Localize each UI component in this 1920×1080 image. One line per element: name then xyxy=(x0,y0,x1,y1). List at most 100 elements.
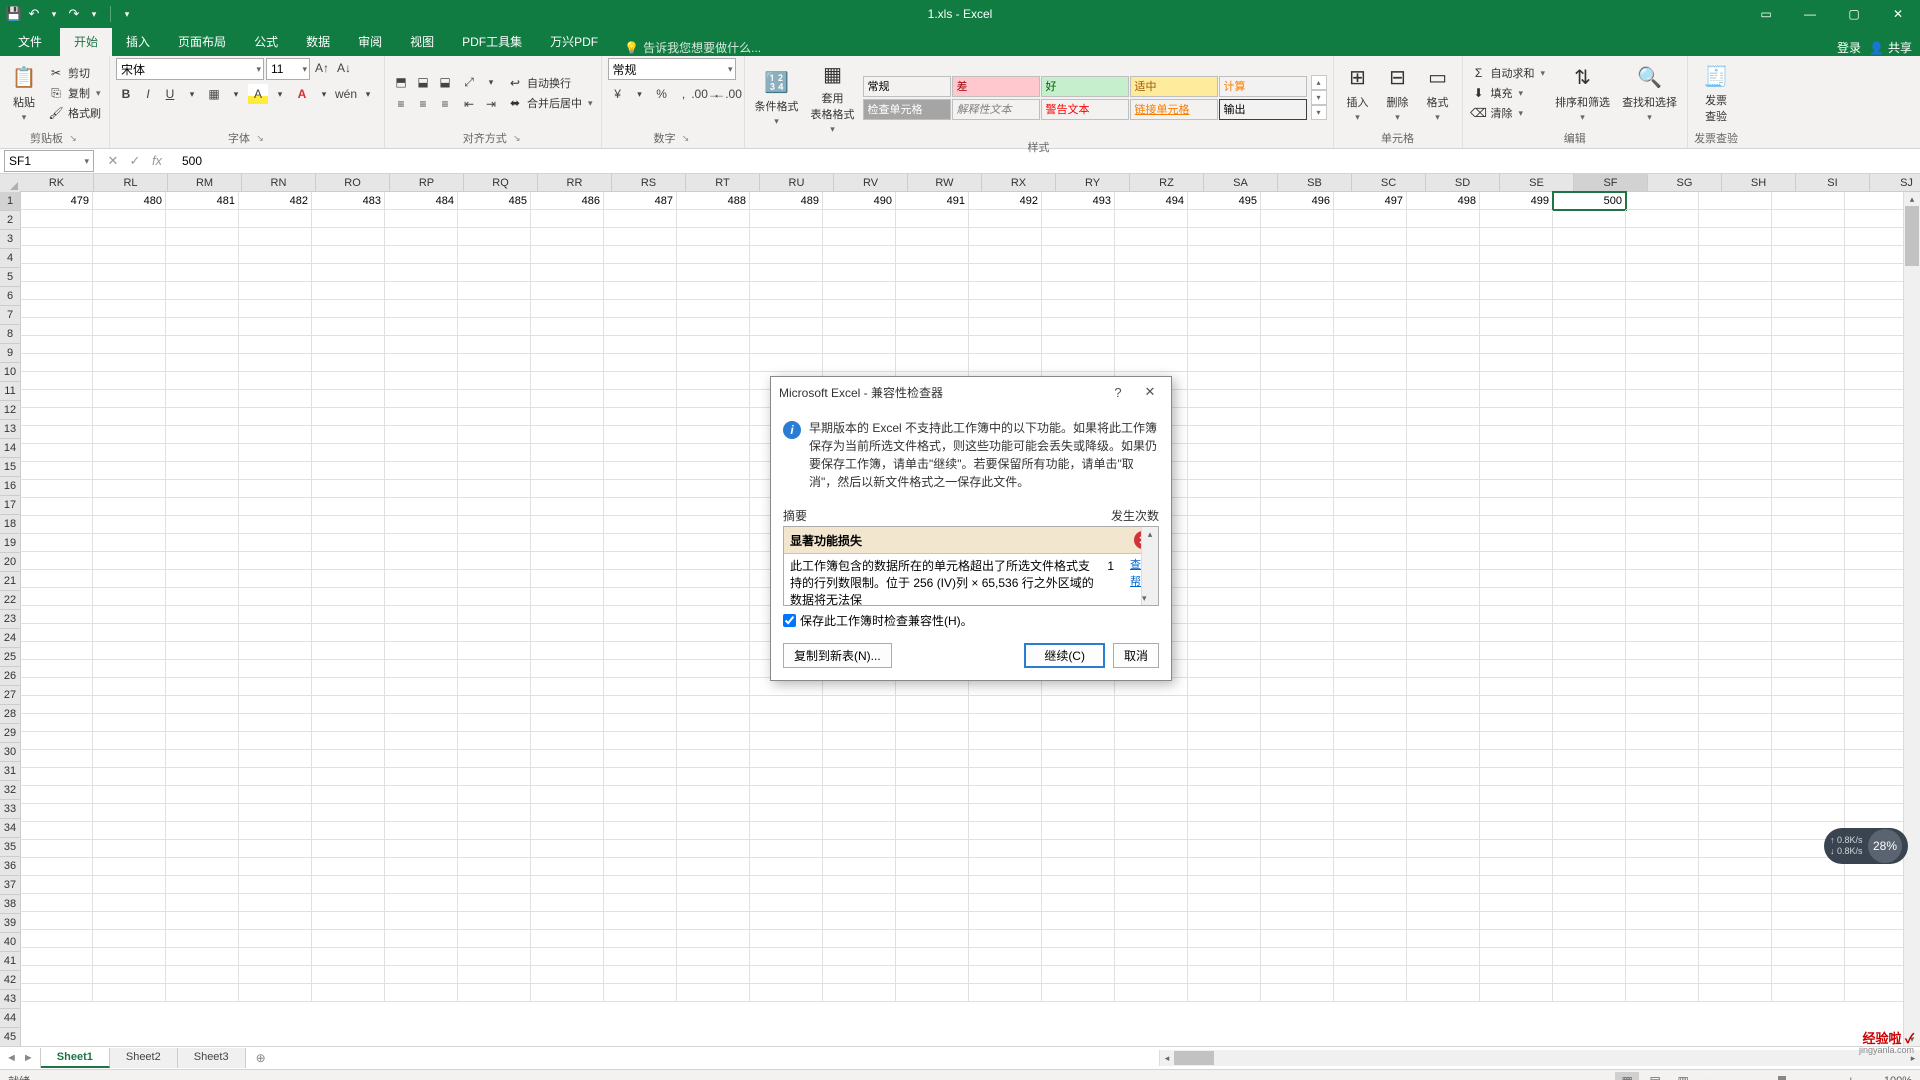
cell[interactable] xyxy=(385,876,458,894)
dialog-help-button[interactable]: ? xyxy=(1105,381,1131,403)
cell[interactable] xyxy=(1626,480,1699,498)
cell[interactable] xyxy=(1115,732,1188,750)
cell[interactable] xyxy=(1334,318,1407,336)
cell[interactable] xyxy=(1261,768,1334,786)
cell[interactable] xyxy=(823,804,896,822)
column-header[interactable]: SJ xyxy=(1870,174,1920,192)
cell[interactable] xyxy=(1626,876,1699,894)
cell[interactable] xyxy=(385,426,458,444)
cell[interactable] xyxy=(458,948,531,966)
cell[interactable] xyxy=(1772,498,1845,516)
border-button[interactable]: ▦ xyxy=(204,84,224,104)
cell[interactable] xyxy=(1042,750,1115,768)
cell[interactable] xyxy=(677,930,750,948)
share-button[interactable]: 👤共享 xyxy=(1869,39,1912,56)
cell[interactable] xyxy=(1626,282,1699,300)
cell[interactable] xyxy=(1407,786,1480,804)
cell[interactable] xyxy=(1407,822,1480,840)
style-scroll-up-icon[interactable]: ▴ xyxy=(1311,75,1327,90)
cell[interactable] xyxy=(1115,696,1188,714)
cell[interactable] xyxy=(1407,408,1480,426)
cell[interactable] xyxy=(531,462,604,480)
cell[interactable] xyxy=(604,354,677,372)
cell[interactable] xyxy=(385,390,458,408)
cell[interactable] xyxy=(896,228,969,246)
cell[interactable] xyxy=(385,786,458,804)
cell[interactable] xyxy=(1626,390,1699,408)
cell[interactable] xyxy=(1188,786,1261,804)
cell[interactable] xyxy=(1699,642,1772,660)
cell[interactable] xyxy=(677,300,750,318)
cell[interactable] xyxy=(604,282,677,300)
cell[interactable] xyxy=(604,678,677,696)
cell[interactable] xyxy=(604,552,677,570)
dialog-close-button[interactable]: ✕ xyxy=(1137,381,1163,403)
cell[interactable] xyxy=(1334,444,1407,462)
cell[interactable] xyxy=(385,462,458,480)
cell[interactable] xyxy=(312,444,385,462)
cell[interactable] xyxy=(385,516,458,534)
cell[interactable] xyxy=(604,732,677,750)
tab-pdf[interactable]: PDF工具集 xyxy=(448,28,536,56)
cell[interactable] xyxy=(458,588,531,606)
cell[interactable] xyxy=(385,732,458,750)
cell[interactable] xyxy=(1261,390,1334,408)
cell[interactable] xyxy=(1772,336,1845,354)
align-middle-button[interactable]: ⬓ xyxy=(413,72,433,92)
cell[interactable] xyxy=(1042,300,1115,318)
cell[interactable] xyxy=(823,768,896,786)
cell[interactable] xyxy=(93,840,166,858)
cell[interactable] xyxy=(312,462,385,480)
zoom-thumb[interactable] xyxy=(1778,1076,1786,1080)
cell[interactable] xyxy=(604,894,677,912)
cell[interactable]: 482 xyxy=(239,192,312,210)
cell[interactable] xyxy=(93,480,166,498)
cell[interactable] xyxy=(458,246,531,264)
cell[interactable] xyxy=(93,390,166,408)
cell[interactable] xyxy=(604,588,677,606)
cell[interactable] xyxy=(458,210,531,228)
phonetic-dd-icon[interactable]: ▾ xyxy=(358,84,378,104)
italic-button[interactable]: I xyxy=(138,84,158,104)
cell[interactable] xyxy=(312,732,385,750)
cell[interactable] xyxy=(969,822,1042,840)
cell[interactable] xyxy=(20,660,93,678)
cell[interactable] xyxy=(385,246,458,264)
cell[interactable] xyxy=(1699,732,1772,750)
row-header[interactable]: 38 xyxy=(0,895,21,914)
cell[interactable] xyxy=(1334,408,1407,426)
cell[interactable] xyxy=(531,588,604,606)
cell[interactable] xyxy=(1261,822,1334,840)
cell[interactable] xyxy=(1626,948,1699,966)
row-header[interactable]: 6 xyxy=(0,287,21,306)
cell[interactable] xyxy=(239,984,312,1002)
cell[interactable] xyxy=(458,624,531,642)
cell[interactable] xyxy=(1480,930,1553,948)
cell[interactable] xyxy=(166,354,239,372)
cell[interactable] xyxy=(385,588,458,606)
cell[interactable] xyxy=(1407,624,1480,642)
cell[interactable] xyxy=(458,372,531,390)
cell[interactable] xyxy=(239,498,312,516)
cell[interactable] xyxy=(312,552,385,570)
cell[interactable] xyxy=(969,750,1042,768)
cell[interactable] xyxy=(1261,336,1334,354)
cell[interactable] xyxy=(1407,516,1480,534)
cell[interactable] xyxy=(312,966,385,984)
row-header[interactable]: 36 xyxy=(0,857,21,876)
cell[interactable] xyxy=(823,318,896,336)
cell[interactable] xyxy=(93,534,166,552)
cell[interactable] xyxy=(385,930,458,948)
cell[interactable] xyxy=(1261,426,1334,444)
cell[interactable] xyxy=(385,678,458,696)
cell[interactable] xyxy=(823,894,896,912)
cell[interactable] xyxy=(531,732,604,750)
cell[interactable] xyxy=(1261,552,1334,570)
cell[interactable] xyxy=(1115,282,1188,300)
cell[interactable] xyxy=(458,660,531,678)
cell[interactable] xyxy=(677,390,750,408)
cell[interactable] xyxy=(458,804,531,822)
cell[interactable] xyxy=(896,912,969,930)
cell[interactable] xyxy=(1407,714,1480,732)
cell[interactable] xyxy=(677,444,750,462)
